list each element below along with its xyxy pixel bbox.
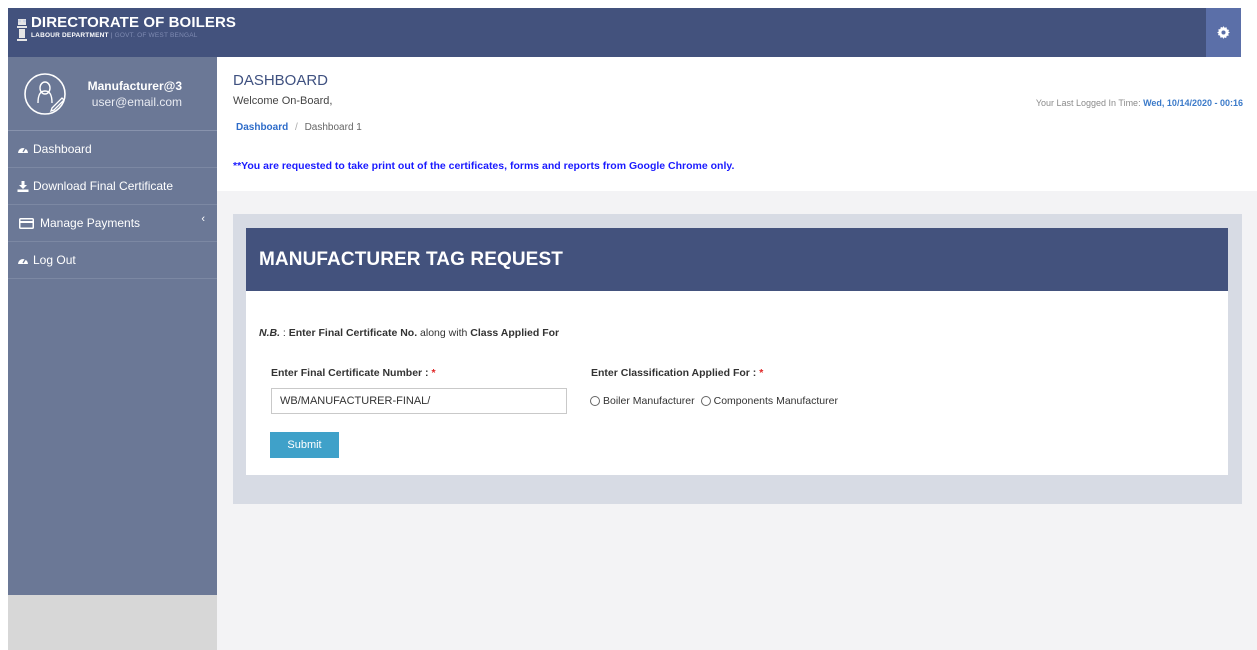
page-title: DASHBOARD (233, 72, 329, 89)
note-colon: : (280, 327, 289, 339)
user-avatar-icon[interactable] (22, 71, 68, 117)
credit-card-icon (18, 217, 34, 229)
profile-name: Manufacturer@3 (87, 79, 182, 93)
sidebar: Manufacturer@3 user@email.com Dashboard … (8, 57, 217, 595)
certificate-number-label: Enter Final Certificate Number : * (271, 367, 436, 379)
download-icon (16, 180, 30, 192)
manufacturer-tag-request-card: MANUFACTURER TAG REQUEST N.B. : Enter Fi… (246, 228, 1228, 475)
required-mark: * (759, 367, 764, 379)
sidebar-item-dashboard[interactable]: Dashboard (8, 131, 217, 168)
card-header: MANUFACTURER TAG REQUEST (246, 228, 1228, 291)
sidebar-item-label: Manage Payments (40, 216, 141, 230)
form-note: N.B. : Enter Final Certificate No. along… (259, 327, 559, 339)
radio-boiler-manufacturer[interactable] (590, 396, 600, 406)
sidebar-item-label: Download Final Certificate (33, 179, 174, 193)
sidebar-item-label: Log Out (33, 253, 76, 267)
subtitle-department: LABOUR DEPARTMENT (31, 32, 109, 39)
radio-label-boiler-manufacturer[interactable]: Boiler Manufacturer (603, 395, 695, 407)
brand-logo[interactable]: DIRECTORATE OF BOILERS LABOUR DEPARTMENT… (16, 15, 236, 51)
classification-label-text: Enter Classification Applied For : (591, 367, 760, 379)
classification-radio-group: Boiler Manufacturer Components Manufactu… (590, 395, 844, 407)
last-login-value: Wed, 10/14/2020 - 00:16 (1143, 98, 1243, 108)
radio-label-components-manufacturer[interactable]: Components Manufacturer (714, 395, 838, 407)
certificate-number-input[interactable] (271, 388, 567, 414)
print-notice: **You are requested to take print out of… (233, 160, 735, 172)
dashboard-icon (16, 143, 30, 155)
sidebar-item-download-final-certificate[interactable]: Download Final Certificate (8, 168, 217, 205)
last-login-info: Your Last Logged In Time: Wed, 10/14/202… (1036, 98, 1243, 108)
note-prefix: N.B. (259, 327, 280, 339)
subtitle-separator: | (110, 32, 113, 39)
sidebar-item-manage-payments[interactable]: Manage Payments ‹ (8, 205, 217, 242)
note-middle: along with (417, 327, 471, 339)
chevron-left-icon[interactable]: ‹ (201, 213, 205, 225)
breadcrumb: Dashboard / Dashboard 1 (236, 122, 362, 133)
sidebar-item-label: Dashboard (33, 142, 92, 156)
app-title: DIRECTORATE OF BOILERS (31, 14, 236, 31)
note-bold-class: Class Applied For (470, 327, 560, 339)
submit-button[interactable]: Submit (270, 432, 339, 458)
settings-button[interactable] (1206, 8, 1241, 57)
certificate-number-label-text: Enter Final Certificate Number : (271, 367, 432, 379)
state-emblem-icon (17, 19, 27, 41)
last-login-label: Your Last Logged In Time: (1035, 98, 1141, 108)
top-header-bar: DIRECTORATE OF BOILERS LABOUR DEPARTMENT… (8, 8, 1241, 57)
breadcrumb-home-link[interactable]: Dashboard (236, 122, 288, 133)
classification-label: Enter Classification Applied For : * (591, 367, 763, 379)
welcome-text: Welcome On-Board, (233, 95, 333, 107)
breadcrumb-current: Dashboard 1 (304, 122, 362, 133)
dashboard-icon (16, 254, 30, 266)
profile-email: user@email.com (91, 95, 182, 109)
breadcrumb-separator: / (295, 122, 298, 133)
sidebar-footer (8, 595, 217, 650)
app-subtitle: LABOUR DEPARTMENT | GOVT. OF WEST BENGAL (31, 32, 236, 40)
card-title: MANUFACTURER TAG REQUEST (259, 248, 563, 270)
required-mark: * (431, 367, 436, 379)
user-profile: Manufacturer@3 user@email.com (8, 57, 217, 131)
sidebar-item-log-out[interactable]: Log Out (8, 242, 217, 279)
radio-components-manufacturer[interactable] (700, 396, 711, 406)
note-bold-certificate: Enter Final Certificate No. (288, 327, 418, 339)
gear-icon (1217, 26, 1230, 39)
subtitle-government: GOVT. OF WEST BENGAL (114, 32, 198, 39)
